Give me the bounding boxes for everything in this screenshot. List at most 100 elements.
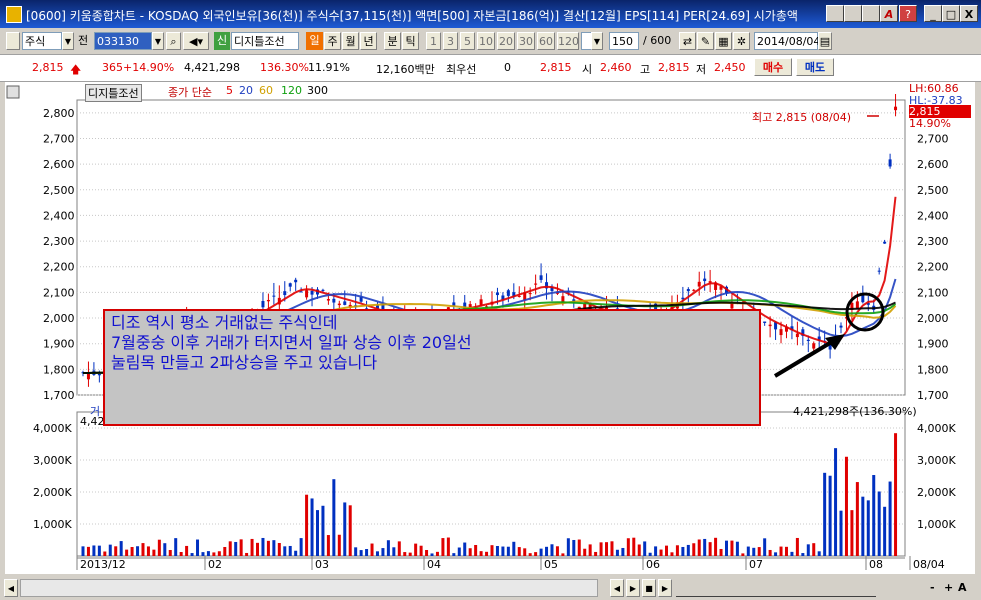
date-tick-label: 02 bbox=[208, 558, 222, 571]
price-tick-label-left: 2,300 bbox=[43, 235, 75, 248]
period-day-button[interactable]: 일 bbox=[306, 32, 323, 50]
search-icon[interactable]: ⌕ bbox=[166, 32, 181, 50]
stock-name-field[interactable]: 디지틀조선 bbox=[231, 32, 299, 50]
candle-body bbox=[294, 279, 298, 283]
stock-tag: 디지틀조선 bbox=[85, 84, 142, 102]
interval-30[interactable]: 30 bbox=[517, 32, 535, 50]
help-icon[interactable]: ? bbox=[899, 5, 917, 22]
volume-bar bbox=[299, 538, 303, 556]
market-select[interactable]: 주식 bbox=[22, 32, 62, 50]
bottom-scrollbar[interactable]: ◀ ◀ ▶ ■ ▶ - + A bbox=[0, 576, 981, 600]
volume-bar bbox=[386, 540, 390, 556]
interval-60[interactable]: 60 bbox=[537, 32, 555, 50]
volume-ratio: 136.30% bbox=[260, 61, 309, 74]
exchange-icon[interactable]: ⇄ bbox=[679, 32, 696, 50]
volume-bar bbox=[512, 541, 516, 556]
volume-bar bbox=[435, 551, 439, 556]
date-tick-label: 08/04 bbox=[913, 558, 945, 571]
volume-bar bbox=[201, 552, 205, 556]
volume-bar bbox=[212, 552, 216, 556]
count-input[interactable]: 150 bbox=[609, 32, 639, 50]
font-icon[interactable]: A bbox=[880, 5, 898, 22]
period-tick-button[interactable]: 틱 bbox=[402, 32, 419, 50]
volume-bar bbox=[283, 546, 287, 556]
volume-bar bbox=[174, 538, 178, 556]
market-extra[interactable]: 전 bbox=[78, 32, 92, 50]
volume-readout: 4,421,298주(136.30%) bbox=[793, 405, 917, 418]
code-dropdown-icon[interactable]: ▼ bbox=[152, 32, 164, 50]
scroll-track[interactable] bbox=[20, 579, 598, 597]
toolbar-icon-2[interactable] bbox=[844, 5, 862, 22]
calendar-icon[interactable]: ▤ bbox=[818, 32, 832, 50]
interval-20[interactable]: 20 bbox=[497, 32, 515, 50]
close-button[interactable]: X bbox=[960, 5, 978, 22]
interval-dropdown-icon[interactable]: ▼ bbox=[591, 32, 603, 50]
price-tick-label-right: 1,800 bbox=[917, 363, 949, 376]
play-button[interactable]: ▶ bbox=[626, 579, 640, 597]
ma-60: 60 bbox=[259, 84, 273, 97]
period-year-button[interactable]: 년 bbox=[360, 32, 377, 50]
period-minute-button[interactable]: 분 bbox=[384, 32, 401, 50]
code-input[interactable]: 033130 bbox=[94, 32, 152, 50]
current-price: 2,815 bbox=[32, 61, 64, 74]
date-input[interactable]: 2014/08/04 bbox=[754, 32, 820, 50]
volume-bar bbox=[752, 547, 756, 556]
next-button[interactable]: ▶ bbox=[658, 579, 672, 597]
candle-body bbox=[795, 333, 799, 338]
price-tick-label-right: 2,400 bbox=[917, 209, 949, 222]
speaker-icon[interactable]: ◀▾ bbox=[183, 32, 209, 50]
period-week-button[interactable]: 주 bbox=[324, 32, 341, 50]
price-change-pct: +14.90% bbox=[123, 61, 175, 74]
period-month-button[interactable]: 월 bbox=[342, 32, 359, 50]
toolbar-icon-3[interactable] bbox=[862, 5, 880, 22]
pin-icon[interactable] bbox=[6, 32, 20, 50]
volume-tick-label-left: 1,000K bbox=[33, 518, 72, 531]
stop-button[interactable]: ■ bbox=[642, 579, 656, 597]
zoom-in-button[interactable]: + bbox=[944, 579, 956, 597]
price-tick-label-left: 2,800 bbox=[43, 107, 75, 120]
volume-bar bbox=[403, 552, 407, 556]
interval-1[interactable]: 1 bbox=[426, 32, 441, 50]
volume-bar bbox=[425, 549, 429, 556]
price-tick-label-right: 1,700 bbox=[917, 389, 949, 402]
buy-button[interactable]: 매수 bbox=[754, 58, 792, 76]
auto-button[interactable]: A bbox=[958, 579, 970, 597]
volume-value: 4,421,298 bbox=[184, 61, 240, 74]
tools-icon[interactable]: ✎ bbox=[697, 32, 714, 50]
sell-button[interactable]: 매도 bbox=[796, 58, 834, 76]
zoom-slider[interactable] bbox=[676, 579, 876, 597]
zoom-out-button[interactable]: - bbox=[930, 579, 942, 597]
candle-body bbox=[686, 289, 690, 292]
volume-bar bbox=[217, 551, 221, 556]
ma-120: 120 bbox=[281, 84, 302, 97]
minimize-button[interactable]: _ bbox=[924, 5, 942, 22]
chart-panel[interactable]: 2,8002,8002,7002,7002,6002,6002,5002,500… bbox=[5, 82, 975, 574]
maximize-button[interactable]: □ bbox=[942, 5, 960, 22]
toolbar-icon-1[interactable] bbox=[826, 5, 844, 22]
chevron-down-icon[interactable]: ▼ bbox=[62, 32, 74, 50]
open-price: 2,460 bbox=[600, 61, 632, 74]
volume-bar bbox=[599, 542, 603, 556]
volume-bar bbox=[196, 539, 200, 556]
date-tick-label: 06 bbox=[646, 558, 660, 571]
interval-10[interactable]: 10 bbox=[477, 32, 495, 50]
volume-bar bbox=[86, 546, 90, 556]
gear-icon[interactable]: ✲ bbox=[733, 32, 750, 50]
volume-bar bbox=[326, 535, 330, 556]
interval-5[interactable]: 5 bbox=[460, 32, 475, 50]
scroll-left-button[interactable]: ◀ bbox=[4, 579, 18, 597]
volume-bar bbox=[114, 546, 118, 556]
volume-bar bbox=[321, 505, 325, 556]
volume-bar bbox=[844, 456, 848, 556]
volume-bar bbox=[130, 547, 134, 556]
interval-120[interactable]: 120 bbox=[557, 32, 579, 50]
price-tick-label-right: 2,100 bbox=[917, 286, 949, 299]
price-tick-label-left: 2,100 bbox=[43, 286, 75, 299]
volume-bar bbox=[659, 549, 663, 556]
volume-bar bbox=[583, 548, 587, 556]
prev-button[interactable]: ◀ bbox=[610, 579, 624, 597]
volume-bar bbox=[506, 546, 510, 556]
grid-icon[interactable]: ▦ bbox=[715, 32, 732, 50]
interval-3[interactable]: 3 bbox=[443, 32, 458, 50]
high-marker: 최고 2,815 (08/04) bbox=[752, 111, 852, 124]
